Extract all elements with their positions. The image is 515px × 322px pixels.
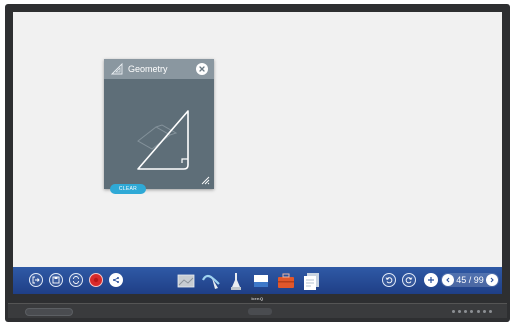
record-button[interactable] xyxy=(89,273,103,287)
close-button[interactable] xyxy=(196,63,208,75)
front-ports xyxy=(25,308,73,316)
front-buttons xyxy=(452,310,492,314)
add-page-icon xyxy=(428,277,434,283)
bezel-control-strip xyxy=(8,303,507,318)
geometry-widget-header[interactable]: Geometry xyxy=(104,59,214,79)
bottom-toolbar: 45 / 99 xyxy=(13,267,502,294)
front-button[interactable] xyxy=(458,310,462,313)
save-button[interactable] xyxy=(49,273,63,287)
front-button[interactable] xyxy=(452,310,455,313)
next-page-button[interactable] xyxy=(486,274,498,286)
power-sensor xyxy=(248,308,272,315)
clear-button[interactable]: CLEAR xyxy=(110,184,146,194)
undo-icon xyxy=(385,277,393,284)
front-button[interactable] xyxy=(488,310,492,313)
previous-page-button[interactable] xyxy=(442,274,454,286)
exit-button[interactable] xyxy=(29,273,43,287)
page-counter: 45 / 99 xyxy=(456,275,484,285)
front-button[interactable] xyxy=(476,310,480,313)
record-icon xyxy=(93,277,99,283)
whiteboard-screen[interactable]: Geometry CLEAR 45 / 99 xyxy=(13,12,502,294)
set-square-illustration xyxy=(137,110,189,170)
add-page-button[interactable] xyxy=(424,273,438,287)
front-button[interactable] xyxy=(470,310,474,313)
undo-button[interactable] xyxy=(382,273,396,287)
eraser-icon[interactable] xyxy=(250,270,272,292)
background-icon[interactable] xyxy=(175,270,197,292)
chevron-left-icon xyxy=(446,277,450,283)
page-navigator: 45 / 99 xyxy=(441,273,499,287)
chevron-right-icon xyxy=(490,277,494,283)
save-icon xyxy=(52,276,60,284)
redo-button[interactable] xyxy=(402,273,416,287)
toolbox-icon[interactable] xyxy=(275,270,297,292)
brand-logo: benQ xyxy=(251,296,264,301)
exit-icon xyxy=(32,276,40,284)
pen-icon[interactable] xyxy=(200,270,222,292)
front-button[interactable] xyxy=(482,310,486,313)
pages-icon[interactable] xyxy=(300,270,322,292)
front-button[interactable] xyxy=(464,310,468,313)
set-square-icon xyxy=(110,62,123,75)
share-icon xyxy=(113,277,119,283)
redo-icon xyxy=(405,277,413,284)
resize-handle-icon[interactable] xyxy=(200,175,210,185)
switch-button[interactable] xyxy=(69,273,83,287)
highlighter-icon[interactable] xyxy=(225,270,247,292)
geometry-widget[interactable]: Geometry CLEAR xyxy=(104,59,214,194)
close-icon xyxy=(199,66,205,72)
geometry-widget-title: Geometry xyxy=(128,64,168,74)
switch-icon xyxy=(73,276,79,284)
share-button[interactable] xyxy=(109,273,123,287)
